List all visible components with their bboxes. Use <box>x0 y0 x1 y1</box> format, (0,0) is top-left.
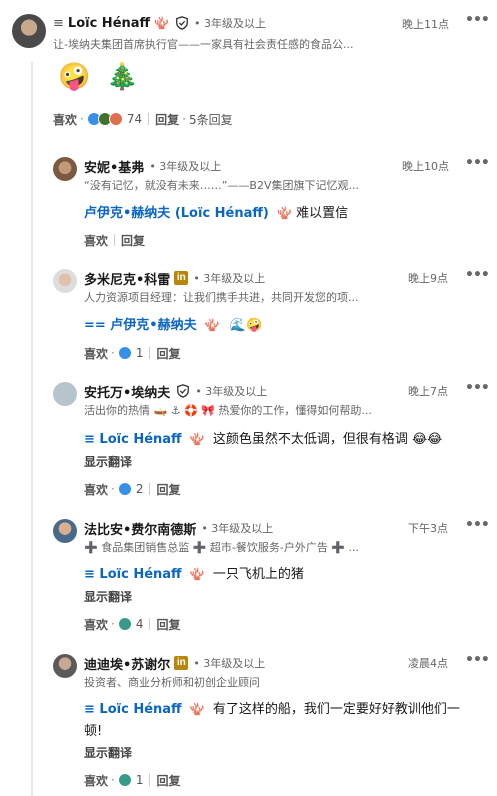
reaction-count[interactable]: 1 <box>136 773 144 787</box>
headline: 活出你的热情 🛶 ⚓ 🛟 🎀 热爱你的工作，懂得如何帮助... <box>84 404 372 417</box>
mention-link[interactable]: 卢伊克•赫纳夫 (Loïc Hénaff) <box>84 206 269 221</box>
badge-icon: 🪸 <box>154 16 170 30</box>
avatar[interactable] <box>53 157 77 181</box>
comment-text: 一只飞机上的猪 <box>212 567 304 582</box>
timestamp: 晚上7点 <box>408 385 448 398</box>
connection-degree: • 3年级及以上 <box>194 17 267 30</box>
comment-text: 有了这样的船，我们一定要好好教训他们一 <box>212 702 460 717</box>
timestamp: 晚上9点 <box>408 272 448 285</box>
reaction-count[interactable]: 2 <box>136 482 144 496</box>
badge-icon: 🪸 <box>204 318 220 332</box>
like-reaction-icon <box>117 346 132 360</box>
avatar[interactable] <box>12 14 46 48</box>
author-name[interactable]: 安托万•埃纳夫 <box>84 382 170 401</box>
funny-reaction-icon <box>117 617 132 631</box>
like-button[interactable]: 喜欢 <box>84 232 108 249</box>
headline: ➕ 食品集团销售总监 ➕ 超市-餐饮服务-户外广告 ➕ ... <box>84 541 359 554</box>
like-button[interactable]: 喜欢 <box>84 345 108 362</box>
reply-button[interactable]: 回复 <box>155 111 179 128</box>
author-name[interactable]: Loïc Hénaff <box>68 16 150 31</box>
reaction-count[interactable]: 74 <box>127 112 142 126</box>
author-name[interactable]: 法比安•费尔南德斯 <box>84 519 196 538</box>
connection-degree: • 3年级及以上 <box>201 522 274 535</box>
like-reaction-icon <box>117 482 132 496</box>
like-button[interactable]: 喜欢 <box>84 616 108 633</box>
avatar[interactable] <box>53 519 77 543</box>
emoji-crazy: 🤪 <box>58 62 91 92</box>
connection-degree: • 3年级及以上 <box>193 657 266 670</box>
thread-line <box>31 62 33 796</box>
badge-icon: 🪸 <box>189 567 205 581</box>
timestamp: 晚上10点 <box>402 160 449 173</box>
more-options-icon[interactable]: ••• <box>465 517 490 533</box>
headline: “没有记忆，就没有未来……”——B2V集团旗下记忆观... <box>84 179 359 192</box>
more-options-icon[interactable]: ••• <box>465 380 490 396</box>
more-options-icon[interactable]: ••• <box>465 652 490 668</box>
author-name[interactable]: 安妮•基弗 <box>84 157 144 176</box>
timestamp: 下午3点 <box>408 522 448 535</box>
connection-degree: • 3年级及以上 <box>195 385 268 398</box>
reply-button[interactable]: 回复 <box>156 616 180 633</box>
timestamp: 凌晨4点 <box>408 657 448 670</box>
more-options-icon[interactable]: ••• <box>465 12 490 28</box>
avatar[interactable] <box>53 654 77 678</box>
badge-icon: 🪸 <box>189 702 205 716</box>
show-translation-button[interactable]: 显示翻译 <box>84 744 132 761</box>
comment-text-continued: 顿! <box>84 724 103 739</box>
headline: 投资者、商业分析师和初创企业顾问 <box>84 676 260 689</box>
comment-text: 这颜色虽然不太低调，但很有格调 😂😂 <box>212 432 443 447</box>
comment-text: 🌊🤪 <box>229 318 263 333</box>
comment-text: 难以置信 <box>296 206 349 221</box>
more-options-icon[interactable]: ••• <box>465 155 490 171</box>
reply-button[interactable]: 回复 <box>156 772 180 789</box>
headline: 让-埃纳夫集团首席执行官——一家具有社会责任感的食品公... <box>53 38 354 51</box>
show-translation-button[interactable]: 显示翻译 <box>84 588 132 605</box>
author-name[interactable]: 迪迪埃•苏谢尔 <box>84 654 170 673</box>
more-options-icon[interactable]: ••• <box>465 267 490 283</box>
mention-link[interactable]: == 卢伊克•赫纳夫 <box>84 318 197 333</box>
mention-link[interactable]: ≡ Loïc Hénaff <box>84 702 182 717</box>
headline: 人力资源项目经理：让我们携手共进，共同开发您的项... <box>84 291 359 304</box>
linkedin-premium-icon: in <box>174 271 189 285</box>
reactions-icons[interactable] <box>86 112 123 126</box>
avatar[interactable] <box>53 269 77 293</box>
show-translation-button[interactable]: 显示翻译 <box>84 453 132 470</box>
timestamp: 晚上11点 <box>402 18 449 31</box>
reaction-count[interactable]: 4 <box>136 617 144 631</box>
reply-button[interactable]: 回复 <box>121 232 145 249</box>
linkedin-premium-icon: in <box>174 656 189 670</box>
reply-button[interactable]: 回复 <box>156 481 180 498</box>
name-prefix: ≡ <box>53 15 64 31</box>
author-name[interactable]: 多米尼克•科雷 <box>84 269 170 288</box>
like-button[interactable]: 喜欢 <box>84 481 108 498</box>
verified-shield-icon <box>176 16 188 30</box>
mention-link[interactable]: ≡ Loïc Hénaff <box>84 567 182 582</box>
mention-link[interactable]: ≡ Loïc Hénaff <box>84 432 182 447</box>
connection-degree: • 3年级及以上 <box>193 272 266 285</box>
emoji-tree: 🎄 <box>106 62 139 92</box>
badge-icon: 🪸 <box>189 432 205 446</box>
love-reaction-icon <box>108 112 123 126</box>
connection-degree: • 3年级及以上 <box>149 160 222 173</box>
like-button[interactable]: 喜欢 <box>84 772 108 789</box>
like-button[interactable]: 喜欢 <box>53 111 77 128</box>
reply-count[interactable]: 5条回复 <box>189 111 233 128</box>
badge-icon: 🪸 <box>277 206 292 220</box>
verified-shield-icon <box>177 384 190 398</box>
avatar[interactable] <box>53 382 77 406</box>
funny-reaction-icon <box>117 773 132 787</box>
reply-button[interactable]: 回复 <box>156 345 180 362</box>
reaction-count[interactable]: 1 <box>136 346 144 360</box>
